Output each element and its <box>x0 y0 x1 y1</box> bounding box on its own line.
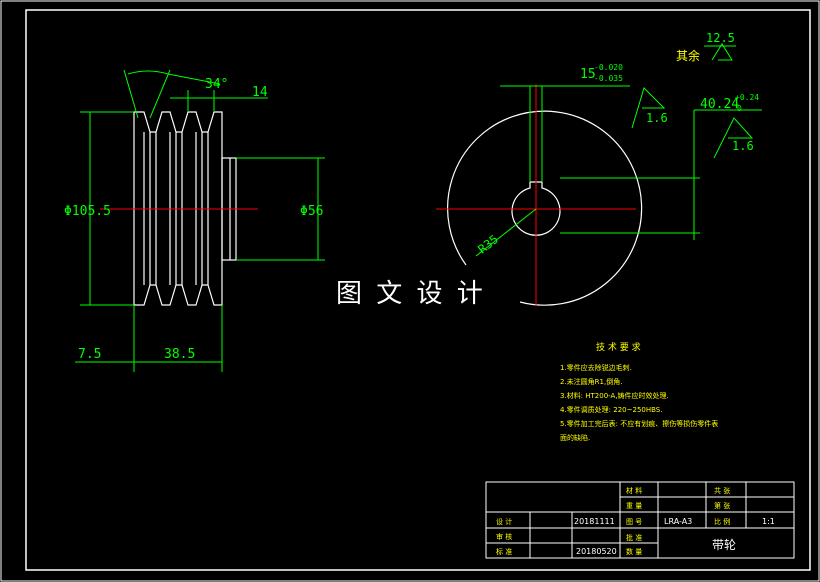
drawing-no-label: 图 号 <box>626 518 642 526</box>
drawing-sheet: 34° 14 Φ105.5 Φ56 7.5 38.5 15 -0.020 -0.… <box>0 0 820 582</box>
drawing-no: LRA-A3 <box>664 517 692 526</box>
width-dimension: 38.5 <box>164 347 195 362</box>
watermark-text: 图 文 设 计 <box>336 279 486 309</box>
key-depth-dimension: 40.24 <box>700 97 739 112</box>
roughness-1: 1.6 <box>646 111 668 125</box>
tech-req-line: 4.零件调质处理: 220~250HBS. <box>560 405 662 414</box>
check-label: 审 核 <box>496 532 512 541</box>
scale-value: 1:1 <box>762 517 775 526</box>
tech-req-line: 3.材料: HT200-A,铸件应时效处理. <box>560 391 669 400</box>
qty-label: 数 量 <box>626 547 642 556</box>
std-label: 标 准 <box>496 547 512 556</box>
angle-dimension: 34° <box>205 77 228 92</box>
hub-diameter-dimension: Φ56 <box>300 204 323 219</box>
key-depth-tol-lower: 0 <box>737 104 742 113</box>
drawn-date: 20181111 <box>574 517 615 526</box>
tech-req-line: 面的缺陷. <box>560 433 590 442</box>
material-label: 材 料 <box>626 486 642 495</box>
sheet2-label: 第 张 <box>714 501 730 510</box>
part-name: 带轮 <box>712 538 736 552</box>
tech-req-line: 2.未注圆角R1,倒角. <box>560 377 622 386</box>
roughness-rest-value: 12.5 <box>706 31 735 45</box>
radius-dimension: R35 <box>475 232 501 256</box>
groove-dimension: 14 <box>252 85 268 100</box>
pulley-front-view <box>447 110 643 306</box>
roughness-rest-label: 其余 <box>676 48 700 63</box>
side-dimensions <box>75 69 325 372</box>
tech-req-title: 技 术 要 求 <box>596 341 641 353</box>
offset-dimension: 7.5 <box>78 347 101 362</box>
roughness-2: 1.6 <box>732 139 754 153</box>
key-depth-tol-upper: +0.24 <box>735 93 759 102</box>
key-width-tol-upper: -0.020 <box>594 63 623 72</box>
drawn-label: 设 计 <box>496 517 512 526</box>
weight-label: 重 量 <box>626 502 642 510</box>
tech-requirements: 技 术 要 求 1.零件应去除锐边毛刺. 2.未注圆角R1,倒角. 3.材料: … <box>560 341 718 442</box>
tech-req-line: 1.零件应去除锐边毛刺. <box>560 363 632 372</box>
front-centerlines <box>436 84 636 306</box>
check-date: 20180520 <box>576 547 617 556</box>
outer-diameter-dimension: Φ105.5 <box>64 204 111 219</box>
key-width-tol-lower: -0.035 <box>594 74 623 83</box>
sheet-label: 共 张 <box>714 486 730 495</box>
tech-req-line: 5.零件加工完后表: 不应有划痕、擦伤等损伤零件表 <box>560 419 718 428</box>
scale-label: 比 例 <box>714 517 730 526</box>
cad-drawing-canvas: 34° 14 Φ105.5 Φ56 7.5 38.5 15 -0.020 -0.… <box>0 0 820 582</box>
approve-label: 批 准 <box>626 533 642 542</box>
